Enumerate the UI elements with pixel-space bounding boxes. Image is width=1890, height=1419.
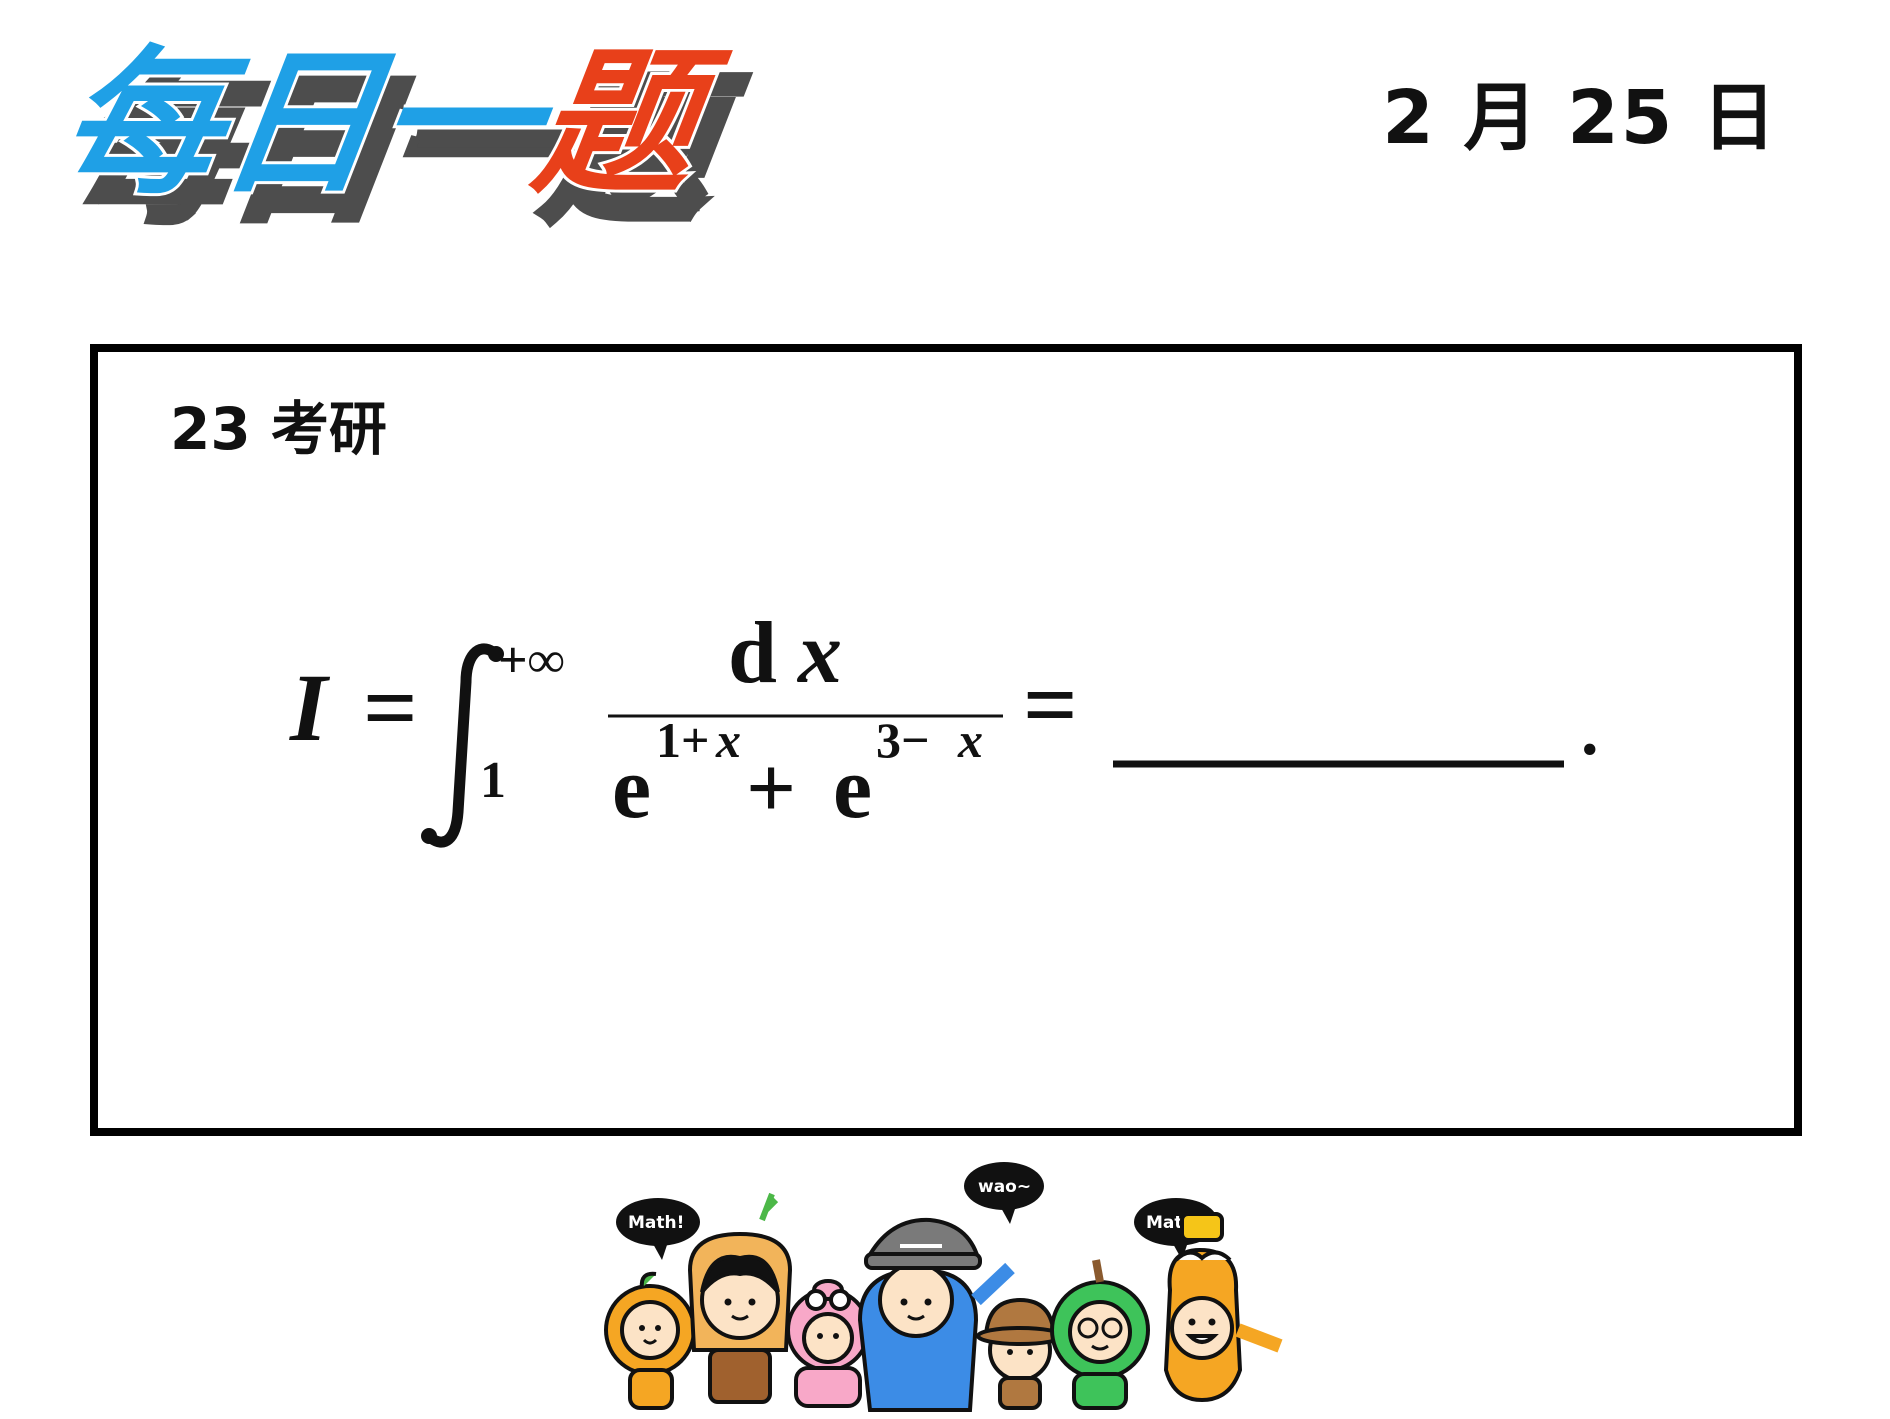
numerator-x: x xyxy=(796,605,842,702)
mascot-orange xyxy=(604,1271,696,1410)
daily-question-logo: 每日一题 每日一题 xyxy=(47,18,798,248)
formula-lhs: I xyxy=(289,654,331,761)
integral-lower-limit: 1 xyxy=(480,752,506,809)
den-plus: + xyxy=(746,740,796,837)
date-label: 2 月 25 日 xyxy=(1382,75,1778,161)
den-e2: e xyxy=(833,740,872,837)
den-exp1-num: 1+ xyxy=(656,712,710,768)
mascot-explorer xyxy=(976,1297,1064,1410)
formula-equals-2: = xyxy=(1023,651,1078,758)
question-box: 23 考研 I = +∞ 1 d x e 1+ x + e 3− x = . xyxy=(90,344,1802,1136)
formula-period: . xyxy=(1581,693,1599,770)
den-exp2-var: x xyxy=(957,712,983,768)
svg-text:wao~: wao~ xyxy=(978,1177,1031,1197)
numerator-d: d xyxy=(728,605,777,702)
logo-graphic: 每日一题 每日一题 xyxy=(47,30,754,248)
den-e1: e xyxy=(612,740,651,837)
den-exp2-num: 3− xyxy=(876,712,930,768)
mascot-group: Math! wao~ Math! xyxy=(590,1150,1330,1415)
logo-main: 每日一题 xyxy=(50,33,736,216)
mascot-apple xyxy=(1050,1259,1150,1410)
formula: I = +∞ 1 d x e 1+ x + e 3− x = . xyxy=(98,352,1794,1128)
speech-bubble-left: Math! xyxy=(616,1198,700,1260)
logo-blue-part: 每日一 xyxy=(50,33,564,216)
formula-svg: I = +∞ 1 d x e 1+ x + e 3− x = . xyxy=(289,605,1599,848)
integral-bottom-dot xyxy=(421,828,437,844)
svg-text:Math!: Math! xyxy=(628,1213,684,1233)
mascot-bread xyxy=(687,1231,793,1404)
mascot-illustration: Math! wao~ Math! xyxy=(604,1162,1283,1412)
den-exp1-var: x xyxy=(715,712,741,768)
speech-bubble-center: wao~ xyxy=(964,1162,1044,1224)
integral-sign xyxy=(425,643,499,848)
mascot-pig xyxy=(786,1279,870,1408)
formula-equals: = xyxy=(363,654,418,761)
integral-upper-limit: +∞ xyxy=(498,632,565,689)
